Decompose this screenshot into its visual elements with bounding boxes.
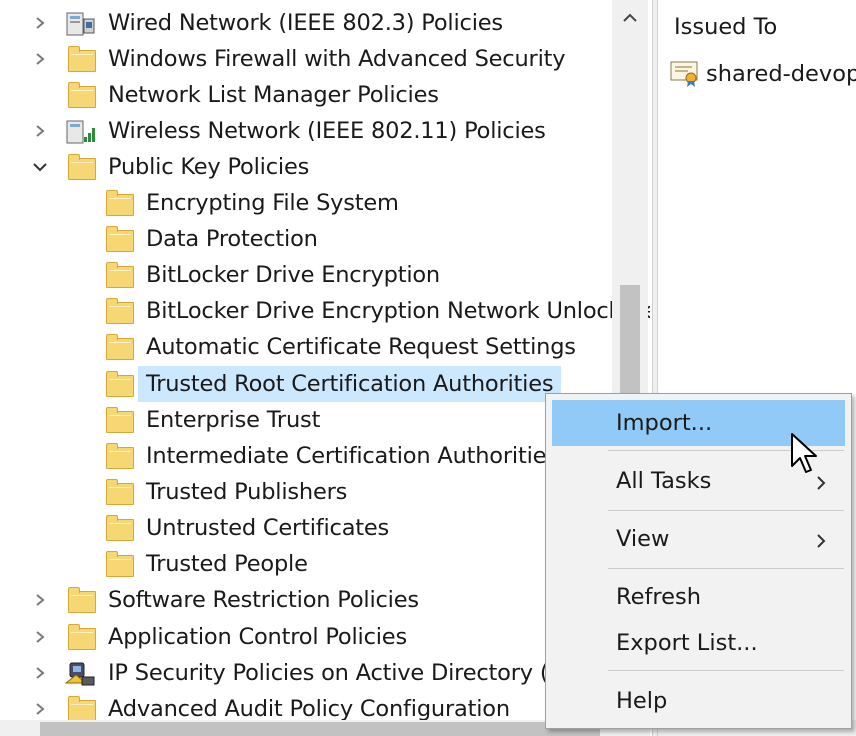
tree-item-encrypting-file-system[interactable]: Encrypting File System — [0, 185, 640, 221]
ip-security-icon — [64, 661, 95, 686]
tree-item-label: Trusted Publishers — [146, 479, 348, 505]
tree-item-label: BitLocker Drive Encryption Network Unloc… — [146, 298, 650, 324]
folder-icon — [68, 154, 96, 180]
folder-icon — [106, 551, 134, 577]
tree-item-label: Network List Manager Policies — [108, 82, 439, 108]
folder-icon — [68, 82, 96, 108]
submenu-arrow-icon — [815, 530, 827, 556]
folder-icon — [106, 226, 134, 252]
tree-item-label: Windows Firewall with Advanced Security — [108, 46, 566, 72]
expand-arrow-icon[interactable] — [30, 655, 50, 691]
folder-icon — [106, 407, 134, 433]
tree-item-enterprise-trust[interactable]: Enterprise Trust — [0, 402, 640, 438]
menu-item-label: Help — [616, 688, 668, 714]
folder-icon — [106, 262, 134, 288]
menu-item-refresh[interactable]: Refresh — [552, 574, 845, 620]
tree-item-wired-network[interactable]: Wired Network (IEEE 802.3) Policies — [0, 5, 640, 41]
menu-item-label: Import... — [616, 410, 713, 436]
folder-icon — [68, 587, 96, 613]
tree-item-label: Software Restriction Policies — [108, 587, 419, 613]
tree-item-ip-security[interactable]: IP Security Policies on Active Directory… — [0, 655, 640, 691]
tree-item-bitlocker[interactable]: BitLocker Drive Encryption — [0, 257, 640, 293]
tree-item-label: IP Security Policies on Active Directory… — [108, 660, 564, 686]
menu-item-label: View — [616, 526, 670, 552]
folder-icon — [106, 479, 134, 505]
folder-icon — [106, 515, 134, 541]
tree-item-application-control[interactable]: Application Control Policies — [0, 619, 640, 655]
tree-item-label: BitLocker Drive Encryption — [146, 262, 440, 288]
list-item-label: shared-devops — [706, 61, 856, 87]
menu-item-help[interactable]: Help — [552, 678, 845, 724]
folder-icon — [106, 190, 134, 216]
collapse-arrow-icon[interactable] — [30, 149, 50, 185]
tree-item-label: Data Protection — [146, 226, 318, 252]
tree-item-public-key-policies[interactable]: Public Key Policies — [0, 149, 640, 185]
tree-item-label: Automatic Certificate Request Settings — [146, 334, 576, 360]
tree-item-auto-cert-request[interactable]: Automatic Certificate Request Settings — [0, 329, 640, 365]
tree-item-intermediate-ca[interactable]: Intermediate Certification Authorities — [0, 438, 640, 474]
menu-separator — [608, 568, 844, 569]
folder-icon — [106, 443, 134, 469]
menu-item-label: Refresh — [616, 584, 701, 610]
menu-separator — [608, 510, 844, 511]
menu-separator — [608, 670, 844, 671]
certificate-icon — [670, 60, 702, 94]
mouse-pointer-icon — [790, 432, 820, 478]
scrollbar-thumb[interactable] — [40, 722, 600, 736]
expand-arrow-icon[interactable] — [30, 619, 50, 655]
tree-item-trusted-root-ca[interactable]: Trusted Root Certification Authorities — [0, 366, 640, 402]
expand-arrow-icon[interactable] — [30, 5, 50, 41]
scroll-up-arrow-icon[interactable] — [612, 0, 648, 36]
tree-item-bitlocker-network-unlock[interactable]: BitLocker Drive Encryption Network Unloc… — [0, 293, 650, 329]
expand-arrow-icon[interactable] — [30, 582, 50, 618]
tree-item-trusted-people[interactable]: Trusted People — [0, 546, 640, 582]
network-policy-icon — [66, 11, 95, 36]
tree-item-label: Trusted Root Certification Authorities — [138, 366, 562, 402]
tree-item-label: Public Key Policies — [108, 154, 310, 180]
tree-item-windows-firewall[interactable]: Windows Firewall with Advanced Security — [0, 41, 640, 77]
menu-item-label: Export List... — [616, 630, 758, 656]
menu-item-label: All Tasks — [616, 468, 712, 494]
folder-icon — [106, 371, 134, 397]
expand-arrow-icon[interactable] — [30, 113, 50, 149]
tree-item-label: Intermediate Certification Authorities — [146, 443, 558, 469]
tree-item-label: Wireless Network (IEEE 802.11) Policies — [108, 118, 546, 144]
tree-item-label: Encrypting File System — [146, 190, 399, 216]
tree-item-label: Trusted People — [146, 551, 308, 577]
tree-item-wireless-network[interactable]: Wireless Network (IEEE 802.11) Policies — [0, 113, 640, 149]
tree-item-untrusted-certificates[interactable]: Untrusted Certificates — [0, 510, 640, 546]
scrollbar-thumb[interactable] — [620, 285, 640, 410]
column-header-issued-to[interactable]: Issued To — [674, 12, 777, 42]
folder-icon — [68, 46, 96, 72]
tree-item-label: Untrusted Certificates — [146, 515, 390, 541]
tree-item-label: Application Control Policies — [108, 624, 407, 650]
tree-item-label: Wired Network (IEEE 802.3) Policies — [108, 10, 503, 36]
wireless-policy-icon — [66, 119, 95, 144]
tree-item-network-list-manager[interactable]: Network List Manager Policies — [0, 77, 640, 113]
folder-icon — [68, 696, 96, 722]
tree-item-trusted-publishers[interactable]: Trusted Publishers — [0, 474, 640, 510]
expand-arrow-icon[interactable] — [30, 41, 50, 77]
folder-icon — [68, 624, 96, 650]
menu-item-export-list[interactable]: Export List... — [552, 620, 845, 666]
folder-icon — [106, 298, 134, 324]
menu-item-view[interactable]: View — [552, 516, 845, 562]
tree-item-label: Enterprise Trust — [146, 407, 321, 433]
tree-item-data-protection[interactable]: Data Protection — [0, 221, 640, 257]
folder-icon — [106, 334, 134, 360]
tree-item-software-restriction[interactable]: Software Restriction Policies — [0, 582, 640, 618]
